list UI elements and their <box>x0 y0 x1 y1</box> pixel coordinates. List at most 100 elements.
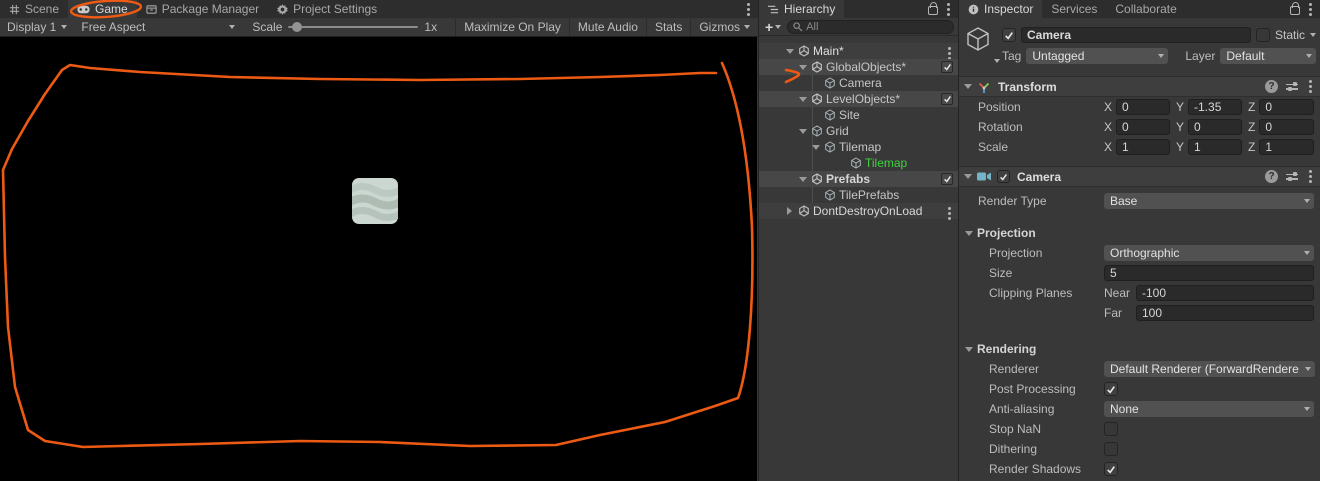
position-z-field[interactable]: 0 <box>1259 99 1314 115</box>
post-processing-label: Post Processing <box>989 382 1076 396</box>
foldout-closed-icon[interactable] <box>783 207 796 215</box>
post-processing-checkbox[interactable] <box>1104 382 1118 396</box>
hierarchy-row-globalobjects[interactable]: GlobalObjects* <box>759 59 958 75</box>
hierarchy-row-site[interactable]: Site <box>759 107 958 123</box>
tab-inspector[interactable]: Inspector <box>959 0 1043 18</box>
help-icon[interactable]: ? <box>1265 170 1278 183</box>
display-dropdown[interactable]: Display 1 <box>0 18 74 36</box>
help-icon[interactable]: ? <box>1265 80 1278 93</box>
scene-menu-icon[interactable] <box>945 205 954 222</box>
dithering-row: Dithering <box>959 439 1320 459</box>
tab-package-manager[interactable]: Package Manager <box>137 0 268 18</box>
rotation-y-field[interactable]: 0 <box>1188 119 1242 135</box>
hierarchy-tabstrip: Hierarchy <box>759 0 958 18</box>
scale-slider[interactable] <box>288 22 419 32</box>
projection-row: Projection Orthographic <box>959 243 1320 263</box>
aspect-dropdown[interactable]: Free Aspect <box>74 18 242 36</box>
position-x-field[interactable]: 0 <box>1116 99 1170 115</box>
hierarchy-row-grid[interactable]: Grid <box>759 123 958 139</box>
gameobject-cube-icon[interactable] <box>964 25 1000 65</box>
gameobject-active-checkbox[interactable] <box>1002 28 1016 42</box>
mute-audio-button[interactable]: Mute Audio <box>568 18 646 36</box>
stop-nan-checkbox[interactable] <box>1104 422 1118 436</box>
rendering-section-header[interactable]: Rendering <box>959 339 1320 359</box>
transform-icon <box>978 82 990 93</box>
gameobject-name-field[interactable]: Camera <box>1021 27 1251 43</box>
scale-value: 1x <box>424 20 438 34</box>
near-field[interactable]: -100 <box>1136 285 1314 301</box>
hierarchy-row-tilemap-child[interactable]: Tilemap <box>759 155 958 171</box>
hierarchy-row-camera[interactable]: Camera <box>759 75 958 91</box>
foldout-open-icon[interactable] <box>796 176 809 182</box>
maximize-on-play-button[interactable]: Maximize On Play <box>455 18 569 36</box>
lock-icon[interactable] <box>928 2 938 15</box>
foldout-open-icon[interactable] <box>796 128 809 134</box>
transform-header[interactable]: Transform ? <box>959 76 1320 97</box>
size-field[interactable]: 5 <box>1104 265 1314 281</box>
stats-button[interactable]: Stats <box>645 18 690 36</box>
hierarchy-row-prefabs[interactable]: Prefabs <box>759 171 958 187</box>
preset-icon[interactable] <box>1286 172 1298 180</box>
tag-dropdown[interactable]: Untagged <box>1026 48 1169 64</box>
component-menu-icon[interactable] <box>1306 168 1315 185</box>
game-panel-menu-icon[interactable] <box>744 1 753 18</box>
lock-icon[interactable] <box>1290 2 1300 15</box>
position-y-field[interactable]: -1.35 <box>1188 99 1242 115</box>
anti-aliasing-dropdown[interactable]: None <box>1104 401 1314 417</box>
layer-label: Layer <box>1185 49 1216 63</box>
preset-icon[interactable] <box>1286 82 1298 90</box>
scale-y-field[interactable]: 1 <box>1188 139 1242 155</box>
static-dropdown-icon[interactable] <box>1310 33 1316 37</box>
foldout-open-icon[interactable] <box>796 64 809 70</box>
tab-project-settings[interactable]: Project Settings <box>268 0 386 18</box>
tab-collaborate[interactable]: Collaborate <box>1106 0 1185 18</box>
hierarchy-row-main[interactable]: Main* <box>759 43 958 60</box>
scale-x-field[interactable]: 1 <box>1116 139 1170 155</box>
active-checkbox[interactable] <box>941 93 953 105</box>
static-checkbox[interactable] <box>1255 28 1270 42</box>
foldout-open-icon[interactable] <box>964 174 972 179</box>
camera-icon <box>977 172 991 181</box>
rotation-x-field[interactable]: 0 <box>1116 119 1170 135</box>
projection-section-header[interactable]: Projection <box>959 223 1320 243</box>
foldout-open-icon[interactable] <box>796 96 809 102</box>
scale-slider-knob[interactable] <box>292 22 303 32</box>
render-shadows-checkbox[interactable] <box>1104 462 1118 476</box>
component-menu-icon[interactable] <box>1306 78 1315 95</box>
render-type-dropdown[interactable]: Base <box>1104 193 1314 209</box>
rotation-z-field[interactable]: 0 <box>1259 119 1314 135</box>
chevron-down-icon <box>229 25 236 29</box>
hierarchy-row-dontdestroyonload[interactable]: DontDestroyOnLoad <box>759 203 958 222</box>
far-field[interactable]: 100 <box>1136 305 1314 321</box>
gizmos-label: Gizmos <box>699 20 740 34</box>
scale-z-field[interactable]: 1 <box>1259 139 1314 155</box>
position-row: Position X0 Y -1.35 Z0 <box>959 97 1320 117</box>
hierarchy-menu-icon[interactable] <box>944 1 953 18</box>
tab-scene[interactable]: Scene <box>0 0 68 18</box>
renderer-dropdown[interactable]: Default Renderer (ForwardRendere <box>1104 361 1315 377</box>
foldout-open-icon[interactable] <box>783 48 796 54</box>
layer-dropdown[interactable]: Default <box>1220 48 1316 64</box>
camera-enabled-checkbox[interactable] <box>997 170 1010 183</box>
inspector-menu-icon[interactable] <box>1306 1 1315 18</box>
game-viewport[interactable] <box>0 37 757 481</box>
inspector-tabstrip: Inspector Services Collaborate <box>959 0 1320 18</box>
aspect-dropdown-label: Free Aspect <box>81 20 146 34</box>
tab-hierarchy[interactable]: Hierarchy <box>759 0 845 18</box>
tab-services[interactable]: Services <box>1042 0 1106 18</box>
active-checkbox[interactable] <box>941 61 953 73</box>
dithering-checkbox[interactable] <box>1104 442 1118 456</box>
gizmos-dropdown[interactable]: Gizmos <box>690 18 758 36</box>
hierarchy-row-levelobjects[interactable]: LevelObjects* <box>759 91 958 107</box>
active-checkbox[interactable] <box>941 173 953 185</box>
tab-game[interactable]: Game <box>68 0 137 18</box>
foldout-open-icon[interactable] <box>964 84 972 89</box>
hierarchy-row-tilemap[interactable]: Tilemap <box>759 139 958 155</box>
chevron-down-icon <box>1304 367 1311 371</box>
projection-dropdown[interactable]: Orthographic <box>1104 245 1314 261</box>
add-object-button[interactable]: + <box>763 19 783 35</box>
hierarchy-row-tileprefabs[interactable]: TilePrefabs <box>759 187 958 203</box>
camera-component-header[interactable]: Camera ? <box>959 166 1320 187</box>
hierarchy-search-input[interactable]: All <box>787 19 954 34</box>
foldout-open-icon[interactable] <box>809 144 822 150</box>
